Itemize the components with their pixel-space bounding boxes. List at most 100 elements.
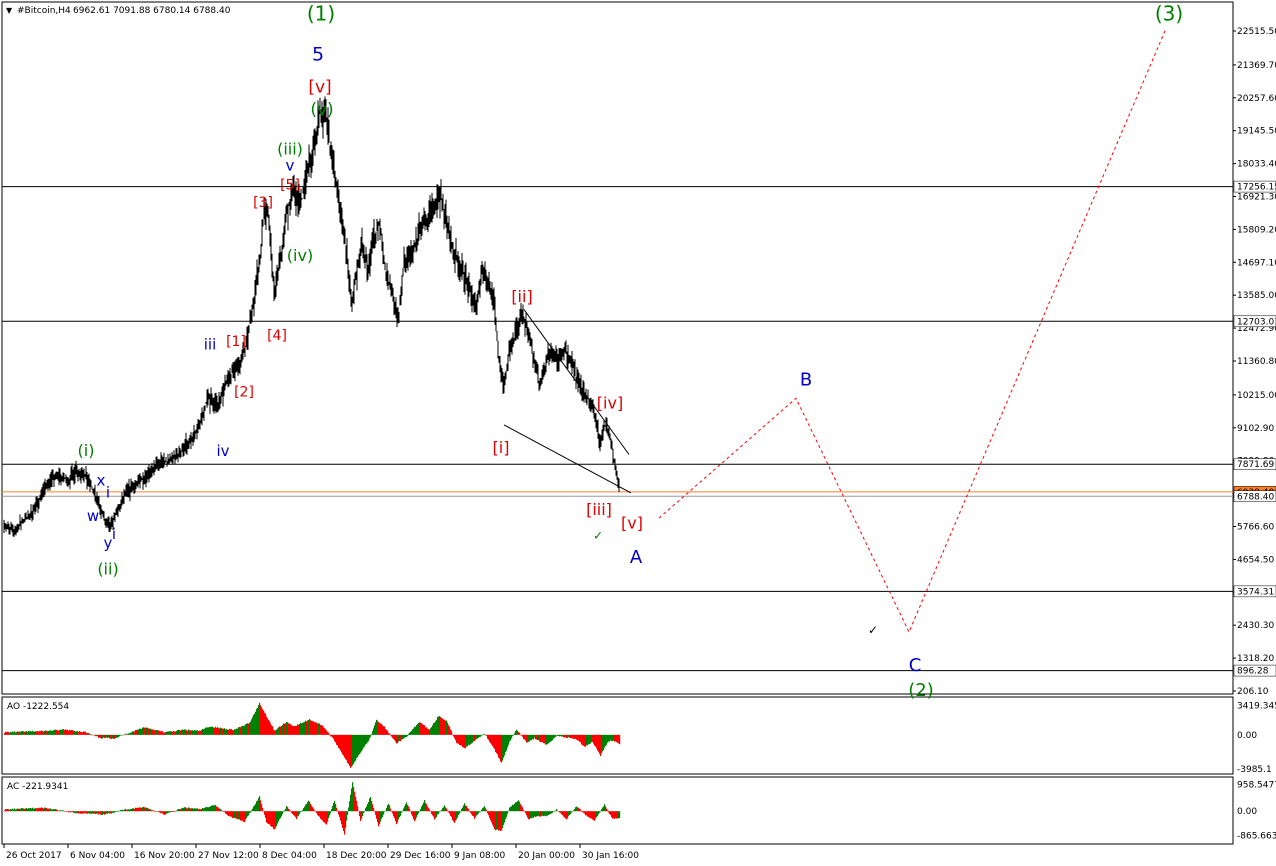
histogram-bar	[175, 811, 177, 812]
histogram-bar	[283, 811, 285, 812]
indicator-scale-label: 0.00	[1237, 731, 1257, 741]
histogram-bar	[357, 806, 359, 812]
price-label-text: 17256.15	[1237, 183, 1276, 193]
time-tick-label: 29 Dec 16:00	[390, 851, 451, 861]
wave-label: (iii)	[277, 139, 303, 158]
wave-label: [iv]	[597, 394, 623, 413]
ao-label: AO -1222.554	[7, 702, 69, 712]
histogram-bar	[370, 734, 372, 737]
histogram-bar	[301, 811, 303, 812]
time-tick-label: 6 Nov 04:00	[70, 851, 125, 861]
histogram-bar	[519, 732, 521, 735]
histogram-bar	[451, 731, 453, 735]
wave-label: [2]	[234, 384, 254, 400]
price-label-text: 7871.69	[1237, 460, 1274, 470]
histogram-bar	[329, 734, 331, 735]
wave-label: x	[97, 472, 106, 490]
price-label-text: 896.28	[1237, 667, 1269, 677]
histogram-bar	[262, 807, 264, 812]
wave-label: B	[800, 370, 812, 391]
time-tick-label: 18 Dec 20:00	[326, 851, 387, 861]
histogram-bar	[419, 811, 421, 812]
histogram-bar	[447, 810, 449, 812]
indicator-scale-label: 3419.345	[1237, 702, 1276, 712]
histogram-bar	[572, 811, 574, 812]
price-label-text: 12703.01	[1237, 317, 1276, 327]
histogram-bar	[407, 734, 409, 737]
indicator-scale-label: 958.5477	[1237, 780, 1276, 790]
check-mark: ✓	[593, 528, 603, 542]
histogram-bar	[384, 811, 386, 812]
chart-menu-triangle[interactable]: ▼	[6, 6, 13, 15]
histogram-bar	[486, 809, 488, 812]
price-tick-label: 11360.80	[1237, 357, 1276, 367]
price-tick-label: 206.10	[1237, 687, 1269, 697]
wave-label: (1)	[307, 2, 335, 26]
price-tick-label: 15809.20	[1237, 225, 1276, 235]
wave-label: C	[909, 655, 922, 676]
time-tick-label: 8 Dec 04:00	[262, 851, 317, 861]
wave-label: (ii)	[97, 559, 118, 578]
wave-label: [1]	[226, 334, 246, 350]
price-tick-label: 9102.90	[1237, 424, 1274, 434]
histogram-bar	[364, 811, 366, 812]
wave-label: [5]	[280, 177, 300, 193]
histogram-bar	[619, 811, 621, 819]
histogram-bar	[289, 809, 291, 812]
wave-label: iii	[204, 336, 217, 354]
time-tick-label: 26 Oct 2017	[6, 851, 62, 861]
price-tick-label: 19145.50	[1237, 127, 1276, 137]
price-tick-label: 5766.60	[1237, 522, 1274, 532]
histogram-bar	[600, 811, 602, 812]
histogram-bar	[619, 734, 621, 745]
wave-label: [iii]	[586, 500, 612, 519]
histogram-bar	[118, 811, 120, 812]
histogram-bar	[468, 808, 470, 812]
histogram-bar	[401, 811, 403, 813]
wave-label: (2)	[908, 680, 934, 701]
histogram-bar	[250, 811, 252, 813]
price-tick-label: 4654.50	[1237, 555, 1274, 565]
price-label-text: 6788.40	[1237, 492, 1274, 502]
histogram-bar	[153, 810, 155, 812]
wave-label: i	[112, 525, 116, 543]
histogram-bar	[607, 809, 609, 812]
time-tick-label: 9 Jan 08:00	[454, 851, 506, 861]
indicator-scale-label: 0.00	[1237, 807, 1257, 817]
time-tick-label: 16 Nov 20:00	[134, 851, 195, 861]
price-axis: 22515.50 21369.70 20257.60 19145.50 18033.40…	[1233, 27, 1276, 697]
histogram-bar	[459, 811, 461, 814]
indicator-scale-label: -3985.1	[1237, 765, 1272, 775]
histogram-bar	[484, 733, 486, 735]
price-tick-label: 21369.70	[1237, 61, 1276, 71]
time-tick-label: 30 Jan 16:00	[582, 851, 639, 861]
price-tick-label: 13585.00	[1237, 291, 1276, 301]
price-tick-label: 10215.00	[1237, 391, 1276, 401]
check-mark: ✓	[868, 623, 878, 637]
ohlc-label: 6962.61 7091.88 6780.14 6788.40	[73, 6, 231, 16]
wave-label: (iv)	[287, 246, 313, 265]
ac-label: AC -221.9341	[7, 782, 68, 792]
wave-label: [v]	[621, 514, 643, 533]
indicator-scale-label: -865.6634	[1237, 831, 1276, 841]
histogram-bar	[429, 809, 431, 812]
price-tick-label: 16921.30	[1237, 192, 1276, 202]
histogram-bar	[409, 808, 411, 812]
histogram-bar	[221, 809, 223, 812]
histogram-bar	[439, 811, 441, 812]
histogram-bar	[63, 810, 65, 812]
time-tick-label: 27 Nov 12:00	[198, 851, 259, 861]
wave-label: iv	[216, 442, 229, 460]
wave-label: i	[106, 483, 110, 501]
histogram-bar	[507, 811, 509, 814]
wave-label: (3)	[1155, 2, 1183, 26]
wave-label: [ii]	[511, 287, 532, 306]
price-tick-label: 22515.50	[1237, 27, 1276, 37]
wave-label: [i]	[493, 438, 510, 457]
histogram-bar	[480, 811, 482, 812]
histogram-bar	[580, 809, 582, 812]
wave-label: w	[87, 507, 99, 525]
wave-label: A	[630, 547, 643, 568]
histogram-bar	[347, 811, 349, 815]
wave-label: y	[104, 534, 113, 552]
